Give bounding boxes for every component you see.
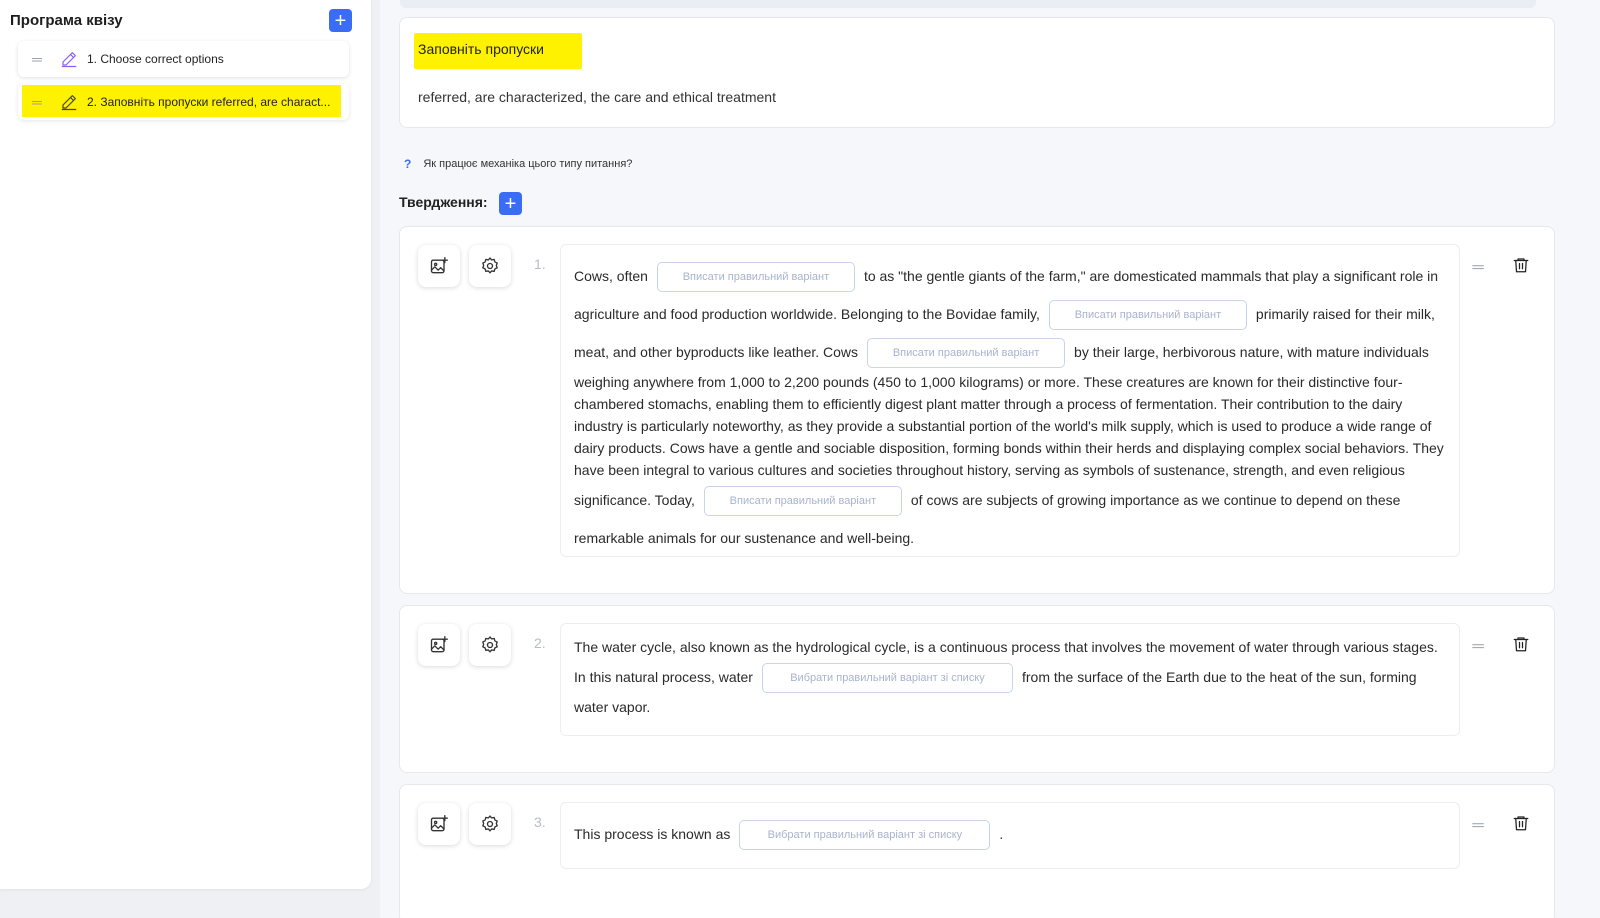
sidebar-item-question-1[interactable]: ═ 1. Choose correct options xyxy=(18,41,349,77)
statement-controls: ═ xyxy=(1470,256,1530,279)
question-mark-icon: ? xyxy=(404,157,412,171)
statements-heading: Твердження: xyxy=(399,194,488,210)
sidebar-item-label: 1. Choose correct options xyxy=(87,52,224,66)
blank-input[interactable]: Вписати правильний варіант xyxy=(656,262,855,293)
sidebar-item-question-2[interactable]: ═ 2. Заповніть пропуски referred, are ch… xyxy=(18,84,349,120)
dropdown-blank[interactable]: Вибрати правильний варіант зі списку xyxy=(761,663,1013,694)
gear-icon xyxy=(482,257,498,274)
drag-handle-icon[interactable]: ═ xyxy=(32,52,46,66)
gear-icon xyxy=(482,815,498,832)
add-statement-button[interactable]: + xyxy=(499,192,522,215)
pencil-icon xyxy=(61,52,77,68)
statement-controls: ═ xyxy=(1470,635,1530,658)
question-answers[interactable]: referred, are characterized, the care an… xyxy=(418,89,776,105)
trash-icon xyxy=(1513,258,1529,273)
delete-button[interactable] xyxy=(1512,814,1530,837)
drag-handle-icon[interactable]: ═ xyxy=(1470,638,1486,656)
image-add-icon xyxy=(430,636,448,653)
statement-text-editor[interactable]: Cows, often Вписати правильний варіант to … xyxy=(560,244,1460,557)
statement-number: 3. xyxy=(534,814,546,830)
quiz-sidebar: Програма квізу + ═ 1. Choose correct opt… xyxy=(0,0,380,918)
delete-button[interactable] xyxy=(1512,635,1530,658)
drag-handle-icon[interactable]: ═ xyxy=(32,95,46,109)
help-text[interactable]: Як працює механіка цього типу питання? xyxy=(423,158,632,170)
sidebar-item-label: 2. Заповніть пропуски referred, are char… xyxy=(87,95,331,109)
pencil-icon xyxy=(61,95,77,111)
add-image-button[interactable] xyxy=(418,624,460,666)
drag-handle-icon[interactable]: ═ xyxy=(1470,817,1486,835)
statement-card: 2. The water cycle, also known as the hy… xyxy=(399,605,1555,773)
gear-icon xyxy=(482,636,498,653)
add-question-button[interactable]: + xyxy=(329,9,352,32)
trash-icon xyxy=(1513,816,1529,831)
statement-number: 2. xyxy=(534,635,546,651)
blank-input[interactable]: Вписати правильний варіант xyxy=(867,338,1066,369)
statement-text: by their large, herbivorous nature, with… xyxy=(574,344,1444,508)
sidebar-panel: Програма квізу + ═ 1. Choose correct opt… xyxy=(0,0,371,889)
settings-button[interactable] xyxy=(469,624,511,666)
image-add-icon xyxy=(430,815,448,832)
statement-card: 1. Cows, often Вписати правильний варіант… xyxy=(399,226,1555,594)
add-image-button[interactable] xyxy=(418,803,460,845)
statement-number: 1. xyxy=(534,256,546,272)
question-title-card[interactable]: Заповніть пропуски referred, are charact… xyxy=(399,17,1555,128)
image-add-icon xyxy=(430,257,448,274)
delete-button[interactable] xyxy=(1512,256,1530,279)
drag-handle-icon[interactable]: ═ xyxy=(1470,259,1486,277)
sidebar-title: Програма квізу xyxy=(10,12,123,29)
settings-button[interactable] xyxy=(469,803,511,845)
question-editor: Заповніть пропуски referred, are charact… xyxy=(380,0,1600,918)
help-link[interactable]: ? Як працює механіка цього типу питання? xyxy=(404,157,632,171)
add-image-button[interactable] xyxy=(418,245,460,287)
trash-icon xyxy=(1513,637,1529,652)
settings-button[interactable] xyxy=(469,245,511,287)
toolbar-strip xyxy=(400,0,1536,8)
statement-text: Cows, often xyxy=(574,268,648,284)
statement-card: 3. This process is known as Вибрати прави… xyxy=(399,784,1555,918)
statement-text-editor[interactable]: This process is known as Вибрати правильн… xyxy=(560,802,1460,869)
statement-text: This process is known as xyxy=(574,826,731,842)
statement-text: . xyxy=(999,826,1004,842)
statement-controls: ═ xyxy=(1470,814,1530,837)
statement-text: of cows are subjects of growing importan… xyxy=(574,492,1401,546)
statement-text-editor[interactable]: The water cycle, also known as the hydro… xyxy=(560,623,1460,736)
blank-input[interactable]: Вписати правильний варіант xyxy=(1048,300,1247,331)
dropdown-blank[interactable]: Вибрати правильний варіант зі списку xyxy=(739,820,991,851)
blank-input[interactable]: Вписати правильний варіант xyxy=(703,486,902,517)
question-title[interactable]: Заповніть пропуски xyxy=(418,41,544,57)
